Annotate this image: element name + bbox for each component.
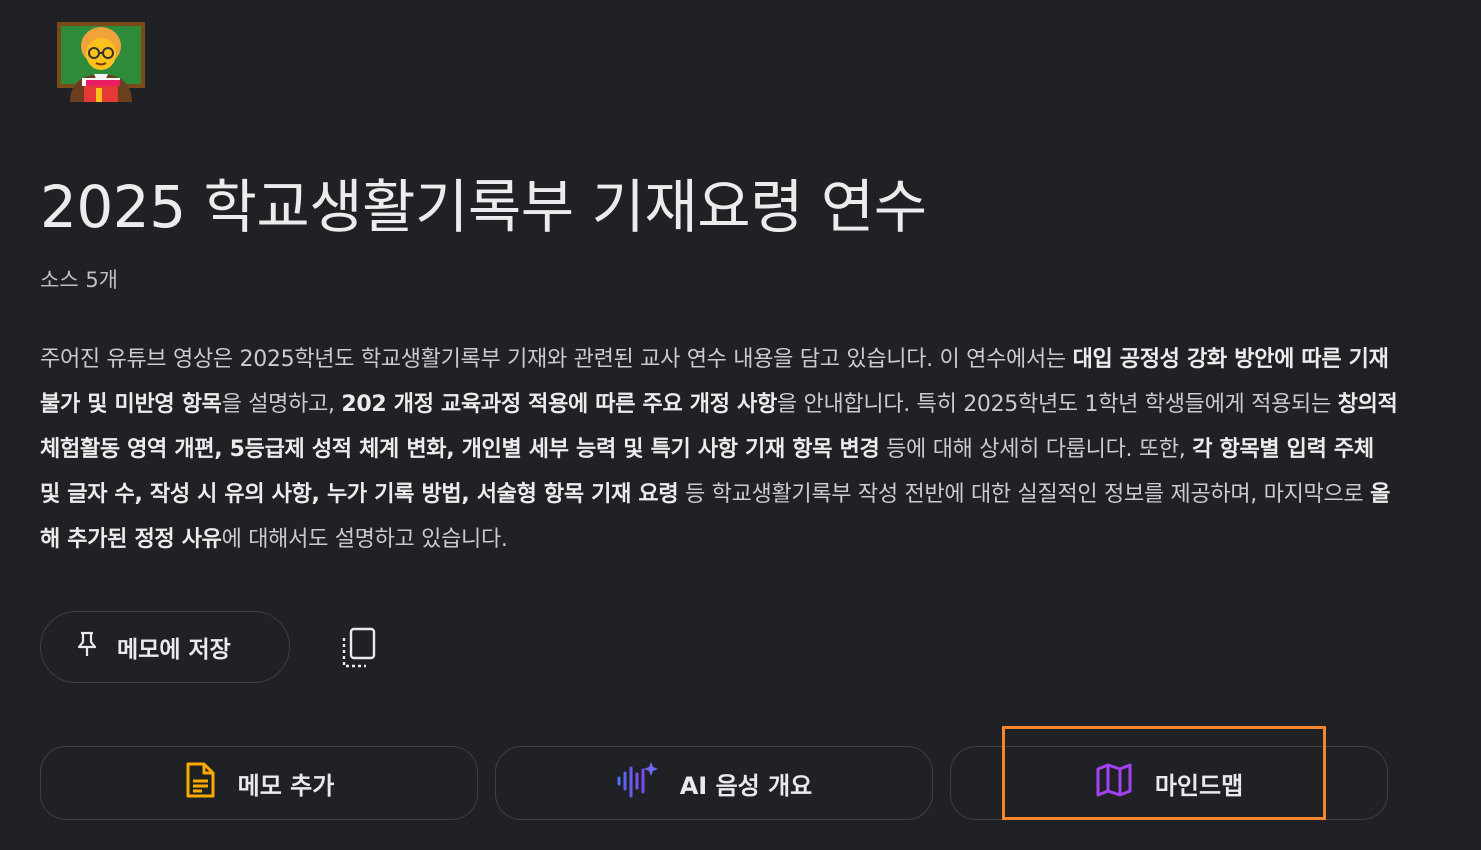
audio-overview-label: AI 음성 개요 [679,771,813,800]
audio-overview-button[interactable]: AI 음성 개요 [495,746,933,820]
copy-icon [338,627,380,674]
page-title: 2025 학교생활기록부 기재요령 연수 [40,173,927,241]
highlight-box [1002,726,1326,820]
summary-text-4: 등에 대해 상세히 다룹니다. 또한, [879,437,1193,462]
summary-bold-2: 202 개정 교육과정 적용에 따른 주요 개정 사항 [341,392,777,417]
summary-text-1: 주어진 유튜브 영상은 2025학년도 학교생활기록부 기재와 관련된 교사 연… [40,347,1073,372]
audio-wave-icon [616,760,658,806]
summary-text-5: 등 학교생활기록부 작성 전반에 대한 실질적인 정보를 제공하며, 마지막으로 [678,482,1371,507]
summary-text-2: 을 설명하고, [221,392,342,417]
summary-text: 주어진 유튜브 영상은 2025학년도 학교생활기록부 기재와 관련된 교사 연… [40,337,1400,562]
pin-icon [75,630,99,664]
summary-text-6: 에 대해서도 설명하고 있습니다. [221,527,508,552]
add-note-button[interactable]: 메모 추가 [40,746,478,820]
copy-button[interactable] [338,626,380,670]
teacher-emoji-icon [56,18,146,102]
notebook-overview: 2025 학교생활기록부 기재요령 연수 소스 5개 주어진 유튜브 영상은 2… [0,0,1481,850]
note-icon [184,761,216,805]
summary-text-3: 을 안내합니다. 특히 2025학년도 1학년 학생들에게 적용되는 [776,392,1338,417]
source-count: 소스 5개 [40,268,118,292]
save-to-note-button[interactable]: 메모에 저장 [40,611,290,683]
save-to-note-label: 메모에 저장 [117,637,231,663]
add-note-label: 메모 추가 [237,771,335,800]
